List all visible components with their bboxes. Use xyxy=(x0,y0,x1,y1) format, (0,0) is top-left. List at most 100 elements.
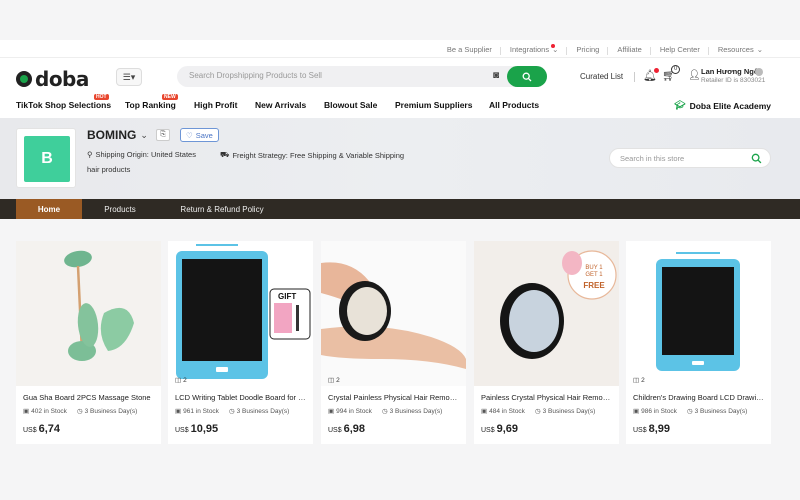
chat-icon[interactable]: ⎘ xyxy=(156,129,170,141)
utility-bar: Be a Supplier Integrations ⌄ Pricing Affi… xyxy=(0,40,800,58)
notification-dot-icon xyxy=(653,68,659,73)
doba-logo[interactable]: doba xyxy=(16,67,89,91)
nav-blowout-sale[interactable]: Blowout Sale xyxy=(324,100,377,110)
user-name[interactable]: Lan Hương Ngô xyxy=(701,67,758,76)
stock-info: ▣ 994 in Stock xyxy=(328,407,372,416)
integrations-label: Integrations xyxy=(509,44,550,54)
be-a-supplier-link[interactable]: Be a Supplier xyxy=(438,45,501,55)
stock-info: ▣ 986 in Stock xyxy=(633,407,677,416)
store-search-bar[interactable]: Search in this store xyxy=(609,148,771,168)
product-image[interactable] xyxy=(321,241,466,386)
store-category: hair products xyxy=(87,165,131,174)
currency: US$ xyxy=(175,427,189,434)
product-card[interactable]: GIFT ◫ 2 LCD Writing Tablet Doodle Board … xyxy=(168,241,313,444)
store-search-input[interactable]: Search in this store xyxy=(620,154,684,163)
product-title[interactable]: Children's Drawing Board LCD Drawing Tab… xyxy=(633,393,765,402)
affiliate-link[interactable]: Affiliate xyxy=(608,45,652,55)
nav-all-products[interactable]: All Products xyxy=(489,100,539,110)
truck-icon: ⛟ xyxy=(220,150,230,159)
shipping-time: ◷ 3 Business Day(s) xyxy=(76,407,137,416)
hair-remover-arm-image xyxy=(321,241,466,386)
tab-products[interactable]: Products xyxy=(92,199,148,219)
product-card[interactable]: BUY 1 GET 1 FREE Painless Crystal Physic… xyxy=(474,241,619,444)
stock-text: 994 in Stock xyxy=(336,407,372,415)
save-store-button[interactable]: ♡ Save xyxy=(180,128,219,142)
pricing-link[interactable]: Pricing xyxy=(567,45,609,55)
user-icon[interactable]: 👤︎ xyxy=(688,70,701,81)
nav-label: Top Ranking xyxy=(125,100,176,110)
bell-icon[interactable]: 🔔︎ xyxy=(643,68,659,82)
logo-text: doba xyxy=(35,67,89,91)
store-logo-letter: B xyxy=(24,136,70,182)
search-icon xyxy=(522,72,532,81)
nav-tiktok-shop-selections[interactable]: TikTok Shop Selections HOT xyxy=(16,94,112,110)
shipping-time: ◷ 3 Business Day(s) xyxy=(687,407,748,416)
gift-label: GIFT xyxy=(278,292,297,301)
product-title[interactable]: Painless Crystal Physical Hair Remover xyxy=(481,393,613,402)
box-icon: ▣ xyxy=(23,408,30,415)
product-image[interactable] xyxy=(626,241,771,386)
nav-premium-suppliers[interactable]: Premium Suppliers xyxy=(395,100,472,110)
product-card[interactable]: Gua Sha Board 2PCS Massage Stone ▣ 402 in… xyxy=(16,241,161,444)
curated-list-link[interactable]: Curated List xyxy=(580,72,623,81)
nav-label: Premium Suppliers xyxy=(395,100,473,110)
product-image[interactable] xyxy=(16,241,161,386)
stock-info: ▣ 961 in Stock xyxy=(175,407,219,416)
nav-label: New Arrivals xyxy=(255,100,307,110)
store-logo: B xyxy=(16,128,76,188)
help-center-link[interactable]: Help Center xyxy=(651,45,709,55)
stock-text: 402 in Stock xyxy=(31,407,67,415)
cart-count: 0 xyxy=(671,65,681,74)
layers-icon: ◫ xyxy=(175,377,182,384)
variant-count: ◫ 2 xyxy=(633,376,645,385)
product-image[interactable]: GIFT xyxy=(168,241,313,386)
camera-icon[interactable]: ◙ xyxy=(493,70,499,81)
nav-new-arrivals[interactable]: New Arrivals xyxy=(255,100,306,110)
product-search-bar[interactable]: Search Dropshipping Products to Sell ◙ xyxy=(177,66,547,87)
new-badge: NEW xyxy=(162,94,178,100)
shipping-time: ◷ 3 Business Day(s) xyxy=(535,407,595,416)
variant-count-text: 2 xyxy=(641,376,645,384)
product-title[interactable]: LCD Writing Tablet Doodle Board for Kids xyxy=(175,393,307,402)
clock-icon: ◷ xyxy=(228,408,235,415)
product-title[interactable]: Gua Sha Board 2PCS Massage Stone xyxy=(23,393,155,402)
product-image[interactable]: BUY 1 GET 1 FREE xyxy=(474,241,619,386)
integrations-link[interactable]: Integrations ⌄ xyxy=(501,43,568,55)
store-name[interactable]: BOMING ⌄ xyxy=(87,128,148,142)
chevron-down-icon[interactable]: ⌄ xyxy=(140,130,148,141)
product-price: US$ 6,74 xyxy=(23,423,60,435)
product-card[interactable]: ◫ 2 Children's Drawing Board LCD Drawing … xyxy=(626,241,771,444)
doba-elite-academy-link[interactable]: 🎓︎ Doba Elite Academy xyxy=(674,100,771,111)
nav-high-profit[interactable]: High Profit xyxy=(194,100,237,110)
category-menu-button[interactable]: ☰▾ xyxy=(116,68,142,86)
academy-label: Doba Elite Academy xyxy=(689,100,771,111)
price-value: 10,95 xyxy=(190,423,219,435)
search-button[interactable] xyxy=(507,66,547,87)
divider xyxy=(634,72,635,82)
box-icon: ▣ xyxy=(328,408,335,415)
product-title[interactable]: Crystal Painless Physical Hair Remover xyxy=(328,393,460,402)
tab-return-refund-policy[interactable]: Return & Refund Policy xyxy=(168,199,276,219)
stock-text: 484 in Stock xyxy=(489,407,525,415)
search-input[interactable]: Search Dropshipping Products to Sell xyxy=(189,71,322,80)
promo-line-1: BUY 1 xyxy=(585,265,603,271)
product-price: US$ 8,99 xyxy=(633,423,670,435)
tab-home[interactable]: Home xyxy=(16,199,82,219)
stock-info: ▣ 484 in Stock xyxy=(481,407,525,416)
product-meta: ▣ 961 in Stock ◷ 3 Business Day(s) xyxy=(175,407,289,416)
nav-label: High Profit xyxy=(194,100,238,110)
store-tab-bar: Home Products Return & Refund Policy xyxy=(0,199,800,219)
nav-top-ranking[interactable]: Top Ranking NEW xyxy=(125,94,178,110)
shipping-time-text: 3 Business Day(s) xyxy=(694,407,748,415)
cart-icon[interactable]: 🛒︎ 0 xyxy=(662,65,681,82)
hair-remover-promo-image xyxy=(474,241,619,386)
nav-label: TikTok Shop Selections xyxy=(16,100,112,110)
doba-logo-mark-icon xyxy=(16,71,32,87)
layers-icon: ◫ xyxy=(328,377,335,384)
shipping-origin-text: Shipping Origin: United States xyxy=(95,150,196,159)
clock-icon: ◷ xyxy=(76,408,83,415)
search-icon[interactable] xyxy=(751,153,762,164)
shipping-time: ◷ 3 Business Day(s) xyxy=(382,407,442,416)
resources-link[interactable]: Resources ⌄ xyxy=(709,45,772,54)
product-card[interactable]: ◫ 2 Crystal Painless Physical Hair Remove… xyxy=(321,241,466,444)
